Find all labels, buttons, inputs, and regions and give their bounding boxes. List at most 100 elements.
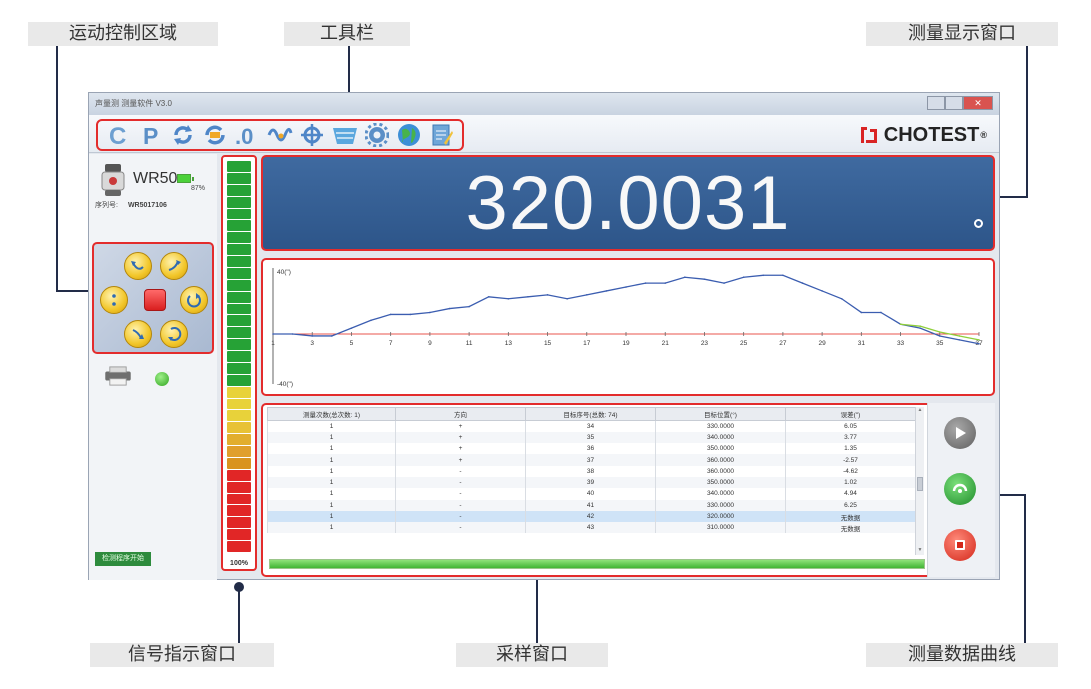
stop-button[interactable] <box>944 529 976 561</box>
x-tick-label: 35 <box>936 340 944 347</box>
table-row[interactable]: 1-41 330.0000 6.25 <box>267 499 915 511</box>
maximize-button[interactable] <box>945 96 963 110</box>
c-button[interactable]: C <box>105 122 131 148</box>
serial-value: WR5017106 <box>127 202 167 209</box>
column-header[interactable]: 目标位置(°) <box>655 407 786 421</box>
leader-signal-dot <box>234 582 244 592</box>
table-header-row: 测量次数(总次数: 1) 方向 目标序号(总数: 74) 目标位置(°) 误差(") <box>267 407 915 421</box>
brand-name: CHOTEST <box>883 123 980 146</box>
zero-button[interactable]: .0 <box>235 122 261 148</box>
data-point <box>448 307 451 310</box>
continuous-cw-button[interactable] <box>180 286 208 314</box>
measure-button[interactable] <box>944 473 976 505</box>
play-button[interactable] <box>944 417 976 449</box>
rotate-ccw-icon <box>131 261 144 270</box>
x-tick-label: 31 <box>858 340 866 347</box>
table-cell: 340.0000 <box>655 431 786 444</box>
stop-motion-button[interactable] <box>144 289 166 311</box>
refresh-button[interactable] <box>170 122 196 148</box>
refresh-arrow-button[interactable] <box>202 122 228 148</box>
table-cell: 41 <box>525 499 656 511</box>
minimize-button[interactable] <box>927 96 945 110</box>
settings-button[interactable] <box>364 122 390 148</box>
table-row[interactable]: 1-39 350.0000 1.02 <box>267 476 915 489</box>
wave-icon <box>267 128 293 142</box>
svg-text:P: P <box>143 123 158 147</box>
table-cell: 1.35 <box>785 443 915 455</box>
table-cell: 40 <box>525 488 656 500</box>
close-button[interactable]: ✕ <box>963 96 993 110</box>
table-cell: -2.57 <box>785 454 915 466</box>
signal-cell <box>227 184 251 196</box>
table-cell: 36 <box>525 443 656 455</box>
serial-number: 序列号: WR5017106 <box>95 200 167 210</box>
return-home-button[interactable] <box>160 320 188 348</box>
table-cell: 360.0000 <box>655 454 786 466</box>
data-point <box>782 274 784 277</box>
wave-button[interactable] <box>267 122 293 148</box>
signal-cell <box>227 517 251 529</box>
continuous-ccw-icon <box>132 329 144 339</box>
table-cell: - <box>395 488 526 500</box>
callout-curve: 测量数据曲线 <box>866 643 1058 667</box>
table-row[interactable]: 1 +37 360.0000 -2.57 <box>267 454 915 466</box>
scroll-down-icon[interactable]: ▼ <box>916 547 924 555</box>
sensor-icon <box>101 164 125 196</box>
table-row[interactable]: 1-43 310.0000 无数据 <box>267 522 915 534</box>
rotate-cw-button[interactable] <box>160 252 188 280</box>
data-point <box>331 335 333 337</box>
continuous-ccw-button[interactable] <box>124 320 152 348</box>
battery-icon <box>177 174 194 183</box>
table-cell: 1 <box>267 510 396 523</box>
column-header[interactable]: 误差(") <box>785 407 915 421</box>
p-button[interactable]: P <box>138 122 164 148</box>
column-header[interactable]: 测量次数(总次数: 1) <box>267 407 396 421</box>
data-point <box>840 297 843 300</box>
data-point <box>625 286 627 288</box>
data-point <box>585 294 588 296</box>
basket-button[interactable] <box>332 122 358 148</box>
table-cell: + <box>395 454 526 466</box>
scroll-thumb[interactable] <box>917 477 923 491</box>
signal-cell <box>227 256 251 267</box>
start-detection-button[interactable]: 检测程序开始 <box>95 552 151 566</box>
data-point <box>919 327 921 329</box>
data-point <box>429 311 431 314</box>
globe-button[interactable] <box>396 122 422 148</box>
data-point <box>389 313 392 316</box>
x-tick-label: 1 <box>271 340 275 347</box>
data-point <box>507 297 510 300</box>
data-point <box>821 290 823 292</box>
table-row[interactable]: 1 +35 340.0000 3.77 <box>267 431 915 444</box>
table-cell: 1 <box>267 420 396 432</box>
signal-percent: 100% <box>230 560 248 567</box>
table-row[interactable]: 1 +34 330.0000 6.05 <box>267 420 915 432</box>
x-tick-label: 7 <box>389 340 393 347</box>
notepad-button[interactable] <box>429 122 455 148</box>
signal-cell <box>227 279 251 291</box>
signal-cell <box>227 434 251 445</box>
table-row[interactable]: 1 +36 350.0000 1.35 <box>267 443 915 455</box>
signal-cell <box>227 232 251 244</box>
scroll-up-icon[interactable]: ▲ <box>916 407 924 415</box>
brand-reg: ® <box>980 130 987 140</box>
table-cell: 1 <box>267 499 396 511</box>
crosshair-button[interactable] <box>299 122 325 148</box>
measurement-value: 320.0031 <box>465 161 791 246</box>
table-scrollbar[interactable]: ▲ ▼ <box>915 407 924 555</box>
step-icon <box>112 294 116 306</box>
table-cell: - <box>395 499 526 511</box>
column-header[interactable]: 方向 <box>395 407 526 421</box>
data-point <box>664 282 667 284</box>
table-row[interactable]: 1-42 320.0000 无数据 <box>267 510 915 523</box>
play-icon <box>956 427 966 439</box>
y-max-label: 40(") <box>277 269 291 276</box>
table-row[interactable]: 1-40 340.0000 4.94 <box>267 488 915 500</box>
table-row[interactable]: 1-38 360.0000 -4.62 <box>267 465 915 477</box>
signal-cell <box>227 161 251 172</box>
rotate-ccw-button[interactable] <box>124 252 152 280</box>
step-button[interactable] <box>100 286 128 314</box>
signal-cell <box>227 208 251 220</box>
table-cell: 340.0000 <box>655 488 786 500</box>
column-header[interactable]: 目标序号(总数: 74) <box>525 407 656 421</box>
